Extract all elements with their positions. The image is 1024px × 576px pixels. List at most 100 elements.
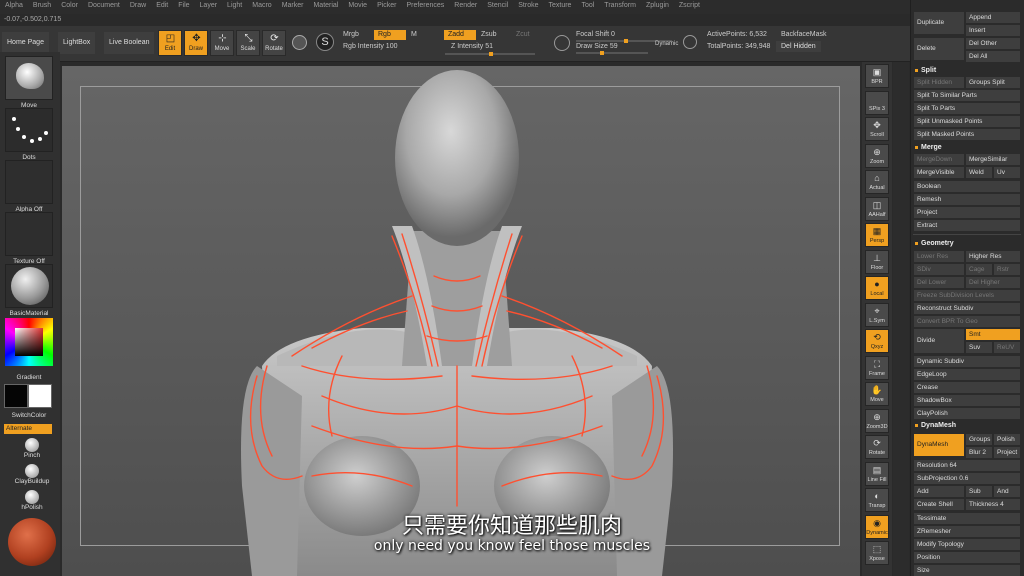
split-hidden-button[interactable]: Split Hidden bbox=[914, 77, 964, 88]
menu-item[interactable]: Zplugin bbox=[641, 0, 674, 14]
menu-item[interactable]: Macro bbox=[247, 0, 276, 14]
uv-toggle[interactable]: Uv bbox=[994, 167, 1020, 178]
groups-split-button[interactable]: Groups Split bbox=[966, 77, 1020, 88]
sdiv-slider[interactable]: SDiv bbox=[914, 264, 964, 275]
del-hidden-button[interactable]: Del Hidden bbox=[776, 41, 821, 52]
local-button[interactable]: ● Local bbox=[865, 276, 889, 300]
lsym-button[interactable]: ⌖ L.Sym bbox=[865, 302, 889, 327]
rotate-view-button[interactable]: ⟳ Rotate bbox=[865, 435, 889, 459]
home-page-button[interactable]: Home Page bbox=[2, 32, 49, 54]
texture-selector[interactable]: Texture Off bbox=[4, 212, 54, 265]
aahalf-button[interactable]: ◫ AAHalf bbox=[865, 196, 889, 221]
secondary-color-swatch[interactable] bbox=[28, 384, 52, 408]
spiral-icon[interactable]: S bbox=[316, 33, 334, 51]
alpha-selector[interactable]: Alpha Off bbox=[4, 160, 54, 213]
live-boolean-button[interactable]: Live Boolean bbox=[104, 32, 155, 54]
split-parts-button[interactable]: Split To Parts bbox=[914, 103, 1020, 114]
del-lower-button[interactable]: Del Lower bbox=[914, 277, 964, 288]
menu-item[interactable]: Picker bbox=[372, 0, 401, 14]
linefill-button[interactable]: ▤ Line Fill bbox=[865, 461, 889, 486]
dynamesh-header[interactable]: DynaMesh bbox=[915, 422, 956, 429]
menu-item[interactable]: Stroke bbox=[513, 0, 543, 14]
menu-item[interactable]: Light bbox=[222, 0, 247, 14]
divide-button[interactable]: Divide bbox=[914, 329, 964, 353]
z-intensity-track[interactable] bbox=[445, 52, 535, 56]
claybuildup-brush[interactable]: ClayBuildup bbox=[14, 464, 50, 485]
rotate-mode-button[interactable]: ⟳ Rotate bbox=[262, 30, 286, 56]
m-toggle[interactable]: M bbox=[411, 31, 417, 38]
menu-item[interactable]: Transform bbox=[599, 0, 641, 14]
move-mode-button[interactable]: ⊹ Move bbox=[210, 30, 234, 56]
size-button[interactable]: Size bbox=[914, 565, 1020, 576]
menu-item[interactable]: Zscript bbox=[674, 0, 705, 14]
zsub-toggle[interactable]: Zsub bbox=[481, 31, 497, 38]
menu-item[interactable]: Layer bbox=[195, 0, 223, 14]
append-button[interactable]: Append bbox=[966, 12, 1020, 23]
merge-similar-button[interactable]: MergeSimilar bbox=[966, 154, 1020, 165]
resolution-slider[interactable]: Resolution 64 bbox=[914, 460, 1020, 471]
del-higher-button[interactable]: Del Higher bbox=[966, 277, 1020, 288]
freeze-subdiv-button[interactable]: Freeze SubDivision Levels bbox=[914, 290, 1020, 301]
sub-button[interactable]: Sub bbox=[966, 486, 992, 497]
zoom-button[interactable]: ⊕ Zoom bbox=[865, 143, 889, 168]
split-unmasked-button[interactable]: Split Unmasked Points bbox=[914, 116, 1020, 127]
color-wheel-icon[interactable] bbox=[5, 318, 53, 366]
merge-header[interactable]: Merge bbox=[915, 144, 942, 151]
polish-toggle[interactable]: Polish bbox=[994, 434, 1020, 445]
bpr-button[interactable]: ▣ BPR bbox=[865, 64, 889, 88]
stroke-selector[interactable]: Dots bbox=[4, 108, 54, 161]
del-all-button[interactable]: Del All bbox=[966, 51, 1020, 62]
menu-item[interactable]: Preferences bbox=[402, 0, 450, 14]
claypolish-button[interactable]: ClayPolish bbox=[914, 408, 1020, 419]
zoom3d-button[interactable]: ⊕ Zoom3D bbox=[865, 408, 889, 433]
subprojection-slider[interactable]: SubProjection 0.6 bbox=[914, 473, 1020, 484]
menu-item[interactable]: Render bbox=[449, 0, 482, 14]
merge-visible-button[interactable]: MergeVisible bbox=[914, 167, 964, 178]
smt-toggle[interactable]: Smt bbox=[966, 329, 1020, 340]
sphere-icon[interactable] bbox=[292, 35, 307, 50]
scale-mode-button[interactable]: ⤡ Scale bbox=[236, 30, 260, 56]
draw-size-slider[interactable]: Draw Size 59 bbox=[576, 43, 618, 50]
boolean-button[interactable]: Boolean bbox=[914, 181, 1020, 192]
cage-button[interactable]: Cage bbox=[966, 264, 992, 275]
focal-shift-slider[interactable]: Focal Shift 0 bbox=[576, 31, 615, 38]
material-selector[interactable]: BasicMaterial bbox=[4, 264, 54, 317]
edit-mode-button[interactable]: ◰ Edit bbox=[158, 30, 182, 56]
del-other-button[interactable]: Del Other bbox=[966, 38, 1020, 49]
menu-item[interactable]: Alpha bbox=[0, 0, 28, 14]
reuv-toggle[interactable]: ReUV bbox=[994, 342, 1020, 353]
lightbox-button[interactable]: LightBox bbox=[58, 32, 96, 54]
floor-button[interactable]: ⊥ Floor bbox=[865, 249, 889, 274]
rgb-toggle[interactable]: Rgb bbox=[374, 30, 406, 40]
scroll-button[interactable]: ✥ Scroll bbox=[865, 117, 889, 141]
frame-button[interactable]: ⛶ Frame bbox=[865, 355, 889, 380]
menu-item[interactable]: Material bbox=[308, 0, 343, 14]
menu-item[interactable]: Document bbox=[83, 0, 125, 14]
zcut-toggle[interactable]: Zcut bbox=[516, 31, 530, 38]
weld-toggle[interactable]: Weld bbox=[966, 167, 992, 178]
split-similar-button[interactable]: Split To Similar Parts bbox=[914, 90, 1020, 101]
delete-button[interactable]: Delete bbox=[914, 38, 964, 60]
dynamesh-button[interactable]: DynaMesh bbox=[914, 434, 964, 456]
zadd-toggle[interactable]: Zadd bbox=[444, 30, 476, 40]
switch-color-button[interactable]: SwitchColor bbox=[4, 412, 54, 419]
project-toggle[interactable]: Project bbox=[994, 447, 1020, 458]
persp-button[interactable]: ▦ Persp bbox=[865, 223, 889, 247]
menu-item[interactable]: Texture bbox=[543, 0, 576, 14]
higher-res-button[interactable]: Higher Res bbox=[966, 251, 1020, 262]
crease-button[interactable]: Crease bbox=[914, 382, 1020, 393]
extract-button[interactable]: Extract bbox=[914, 220, 1020, 231]
draw-size-track[interactable] bbox=[576, 51, 648, 55]
viewport-canvas[interactable] bbox=[62, 66, 860, 576]
color-picker[interactable] bbox=[4, 318, 54, 366]
reconstruct-subdiv-button[interactable]: Reconstruct Subdiv bbox=[914, 303, 1020, 314]
split-masked-button[interactable]: Split Masked Points bbox=[914, 129, 1020, 140]
and-button[interactable]: And bbox=[994, 486, 1020, 497]
menu-item[interactable]: Marker bbox=[277, 0, 309, 14]
suv-toggle[interactable]: Suv bbox=[966, 342, 992, 353]
backface-mask-toggle[interactable]: BackfaceMask bbox=[781, 31, 827, 38]
xyz-button[interactable]: ⟲ Qxyz bbox=[865, 329, 889, 353]
insert-button[interactable]: Insert bbox=[966, 25, 1020, 36]
shadowbox-button[interactable]: ShadowBox bbox=[914, 395, 1020, 406]
groups-toggle[interactable]: Groups bbox=[966, 434, 992, 445]
